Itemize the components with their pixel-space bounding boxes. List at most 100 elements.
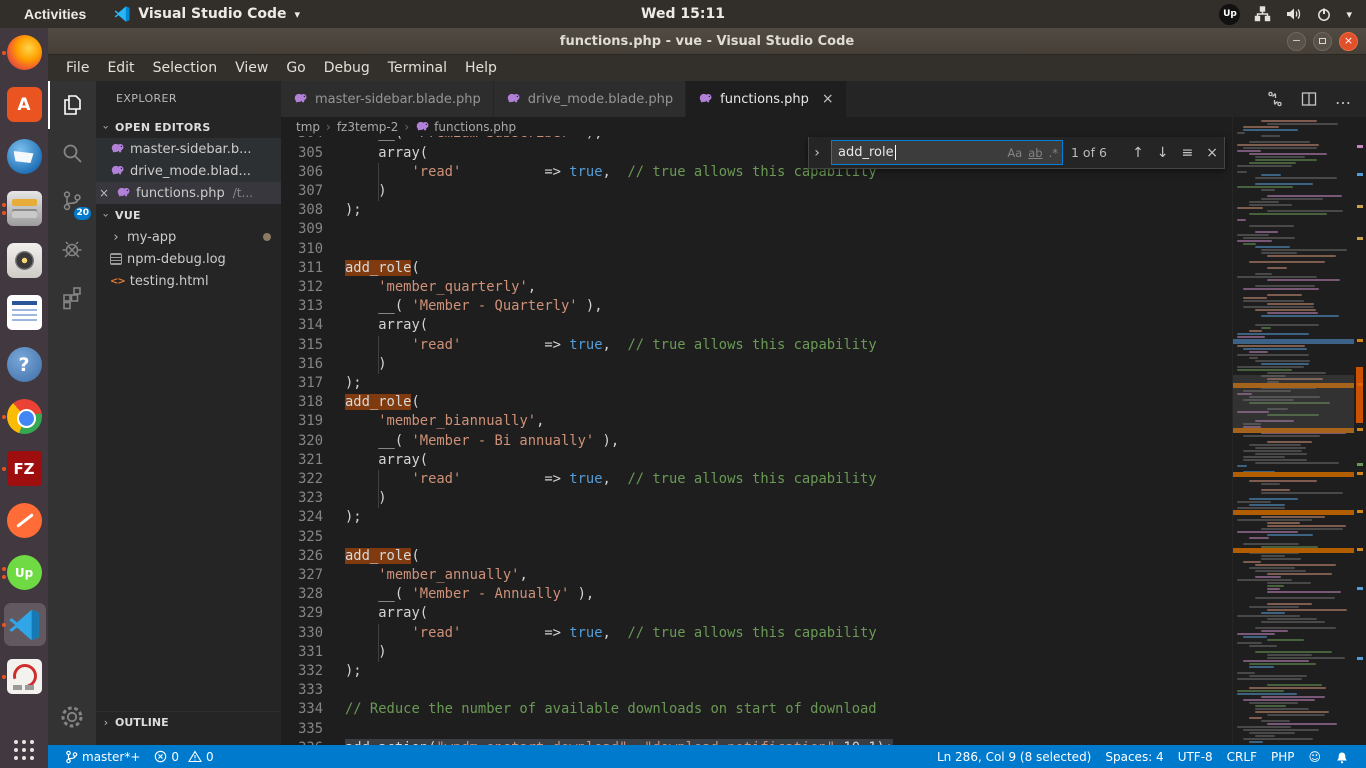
find-in-selection-icon[interactable]: ≡ [1182,145,1194,161]
indentation[interactable]: Spaces: 4 [1098,745,1170,768]
open-changes-icon[interactable] [1267,91,1283,107]
debug-activity-button[interactable] [48,225,96,273]
dock-item-firefox[interactable] [1,34,47,71]
chevron-right-icon: › [404,120,409,134]
breadcrumb-item[interactable]: fz3temp-2 [337,120,399,134]
folder-section-header[interactable]: › VUE [96,204,281,226]
line-number: 318 [281,393,323,412]
code-line-319: 319 'member_biannually', [281,412,1232,431]
tab-functions.php[interactable]: functions.php× [686,81,847,117]
volume-icon[interactable] [1285,6,1302,22]
breadcrumb-item[interactable]: tmp [296,120,320,134]
tree-item-my-app[interactable]: ›my-app [96,226,281,248]
dock-item-vscode[interactable] [1,606,47,643]
dock-item-thunderbird[interactable] [1,138,47,175]
menu-selection[interactable]: Selection [144,58,227,78]
ruler-mark [1357,548,1363,551]
show-applications-button[interactable] [14,740,34,760]
git-branch-status[interactable]: master*+ [58,745,147,768]
code-area[interactable]: 304 __( 'Premium Subscriber' ),305 array… [281,117,1232,745]
upwork-tray-icon[interactable]: Up [1219,4,1240,25]
toggle-replace-icon[interactable]: › [811,145,823,161]
manage-button[interactable] [48,693,96,741]
open-editor-item[interactable]: ×functions.php/t... [96,182,281,204]
dock-item-music[interactable] [1,242,47,279]
tab-drive_mode.blade.php[interactable]: drive_mode.blade.php [494,81,686,117]
search-activity-button[interactable] [48,129,96,177]
outline-header[interactable]: › OUTLINE [96,711,281,733]
breadcrumb-item[interactable]: functions.php [415,119,516,135]
more-actions-icon[interactable]: … [1335,94,1352,104]
chevron-down-icon[interactable]: ▾ [1346,8,1352,21]
encoding[interactable]: UTF-8 [1171,745,1220,768]
activities-button[interactable]: Activities [18,5,92,23]
editor[interactable]: 304 __( 'Premium Subscriber' ),305 array… [281,117,1366,745]
dock-item-upwork[interactable]: Up [1,554,47,591]
error-count: 0 [171,750,179,764]
tree-item-testing.html[interactable]: <>testing.html [96,270,281,292]
line-number: 309 [281,220,323,239]
gnome-top-bar: Activities Visual Studio Code ▾ Wed 15:1… [0,0,1366,28]
line-number: 320 [281,432,323,451]
explorer-activity-button[interactable] [48,81,96,129]
minimap-find-match [1233,472,1354,477]
extensions-icon [59,284,85,310]
open-editor-item[interactable]: master-sidebar.b... [96,138,281,160]
dock-item-postman[interactable] [1,502,47,539]
upwork-icon: Up [7,555,42,590]
dock-item-help[interactable]: ? [1,346,47,383]
language-mode[interactable]: PHP [1264,745,1302,768]
dock-item-software[interactable]: A [1,86,47,123]
maximize-button[interactable] [1313,32,1332,51]
next-match-icon[interactable]: ↓ [1157,145,1169,161]
menu-edit[interactable]: Edit [98,58,143,78]
find-input[interactable]: add_role Aa ab .* [831,140,1063,165]
menu-debug[interactable]: Debug [315,58,379,78]
open-editors-header[interactable]: › OPEN EDITORS [96,116,281,138]
running-indicator [2,51,6,55]
minimap[interactable] [1232,117,1354,745]
network-icon[interactable] [1254,6,1271,22]
regex-toggle[interactable]: .* [1049,146,1058,160]
previous-match-icon[interactable]: ↑ [1132,145,1144,161]
close-button[interactable]: × [1339,32,1358,51]
power-icon[interactable] [1316,6,1332,22]
dock-item-files[interactable] [1,190,47,227]
eol-sequence[interactable]: CRLF [1220,745,1264,768]
whole-word-toggle[interactable]: ab [1028,146,1042,160]
window-titlebar[interactable]: functions.php - vue - Visual Studio Code… [48,28,1366,55]
dock-item-writer[interactable] [1,294,47,331]
cursor-position[interactable]: Ln 286, Col 9 (8 selected) [930,745,1098,768]
tab-master-sidebar.blade.php[interactable]: master-sidebar.blade.php [281,81,494,117]
source-control-activity-button[interactable]: 20 [48,177,96,225]
notifications-bell-icon[interactable] [1328,745,1356,768]
running-indicator [2,415,6,419]
feedback-smiley-icon[interactable]: ☺ [1301,745,1328,768]
tree-item-npm-debug.log[interactable]: npm-debug.log [96,248,281,270]
code-line-317: 317); [281,374,1232,393]
close-tab-icon[interactable]: × [822,91,834,107]
minimap-slider[interactable] [1233,375,1354,433]
close-icon[interactable]: × [99,186,111,200]
extensions-activity-button[interactable] [48,273,96,321]
split-editor-icon[interactable] [1301,91,1317,107]
line-number: 331 [281,643,323,662]
app-menu[interactable]: Visual Studio Code ▾ [114,6,300,22]
overview-ruler[interactable] [1354,117,1366,745]
minimize-button[interactable]: − [1287,32,1306,51]
close-find-icon[interactable]: × [1206,145,1218,161]
window-title: functions.php - vue - Visual Studio Code [560,34,854,49]
menu-help[interactable]: Help [456,58,506,78]
menu-go[interactable]: Go [277,58,314,78]
match-case-toggle[interactable]: Aa [1007,146,1022,160]
dock-item-filezilla[interactable]: FZ [1,450,47,487]
app-menu-label: Visual Studio Code [138,6,286,22]
menu-terminal[interactable]: Terminal [379,58,456,78]
dock-item-docviewer[interactable] [1,658,47,695]
menu-view[interactable]: View [226,58,277,78]
problems-status[interactable]: 0 0 [147,745,220,768]
menu-file[interactable]: File [57,58,98,78]
dock-item-chrome[interactable] [1,398,47,435]
open-editor-item[interactable]: drive_mode.blad... [96,160,281,182]
line-content: array( [345,451,428,470]
